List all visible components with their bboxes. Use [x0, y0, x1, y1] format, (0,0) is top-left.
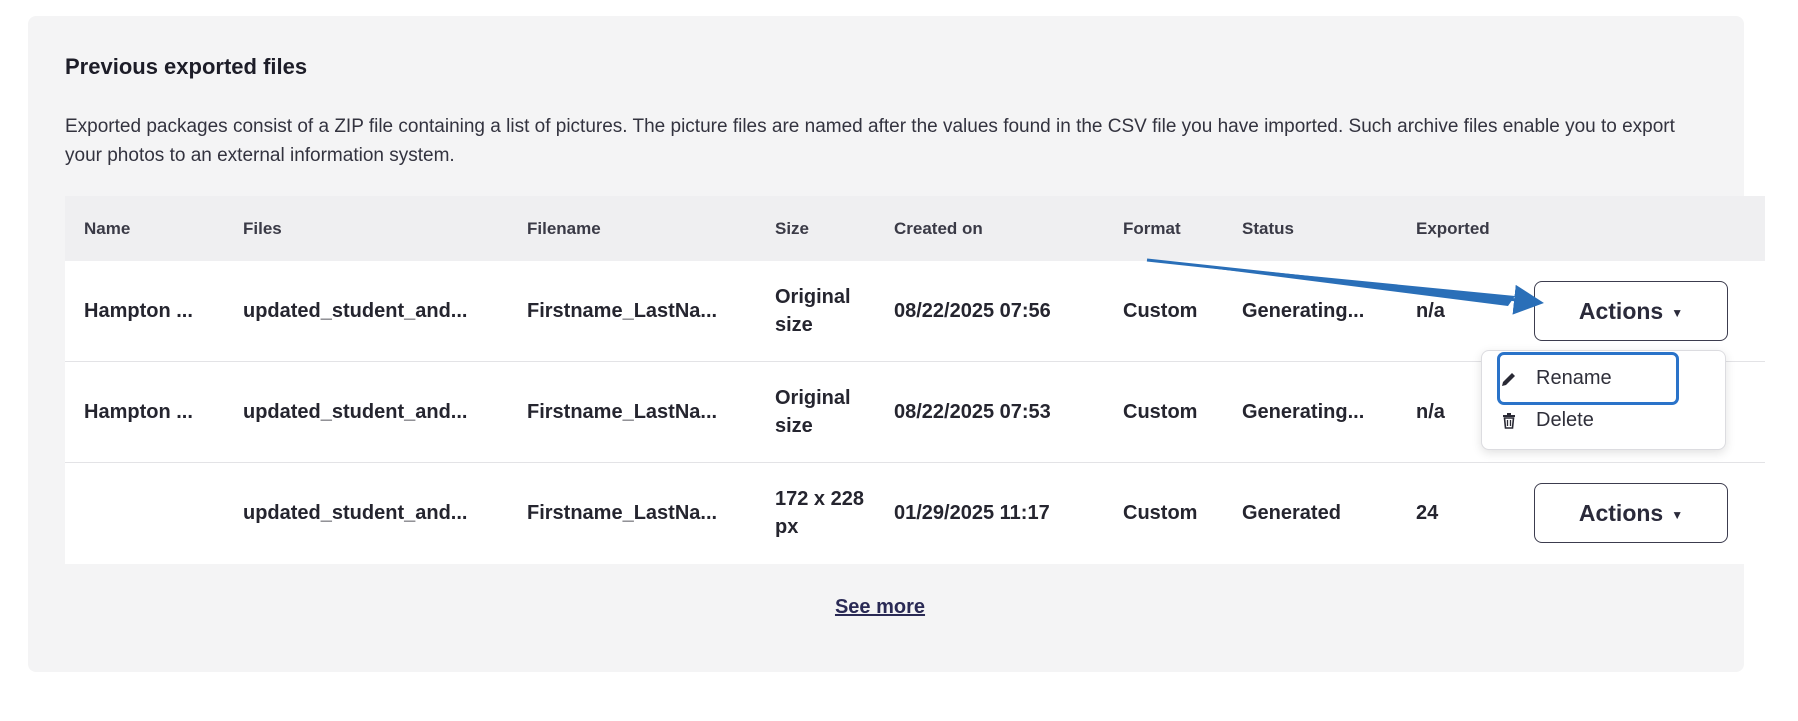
header-name[interactable]: Name	[84, 196, 130, 261]
cell-filename: Firstname_LastNa...	[527, 299, 718, 322]
header-status[interactable]: Status	[1242, 196, 1294, 261]
cell-status: Generating...	[1242, 400, 1365, 423]
cell-created-on: 01/29/2025 11:17	[894, 501, 1050, 524]
cell-size: Original size	[775, 387, 851, 437]
menu-item-delete[interactable]: Delete	[1500, 409, 1594, 432]
header-filename[interactable]: Filename	[527, 196, 601, 261]
cell-status: Generating...	[1242, 299, 1365, 322]
caret-down-icon: ▼	[1671, 305, 1684, 320]
cell-exported: n/a	[1416, 299, 1445, 322]
table-row: updated_student_and... Firstname_LastNa.…	[65, 463, 1765, 564]
cell-filename: Firstname_LastNa...	[527, 400, 718, 423]
cell-format: Custom	[1123, 299, 1198, 322]
cell-files: updated_student_and...	[243, 299, 468, 322]
menu-item-rename[interactable]: Rename	[1500, 367, 1612, 390]
cell-name: Hampton ...	[84, 400, 193, 423]
cell-exported: 24	[1416, 501, 1439, 524]
table-row: Hampton ... updated_student_and... First…	[65, 261, 1765, 362]
actions-button-label: Actions	[1578, 297, 1664, 324]
header-format[interactable]: Format	[1123, 196, 1181, 261]
see-more-link[interactable]: See more	[0, 596, 1760, 619]
menu-item-label: Delete	[1536, 409, 1594, 431]
header-exported[interactable]: Exported	[1416, 196, 1490, 261]
header-created-on[interactable]: Created on	[894, 196, 983, 261]
cell-exported: n/a	[1416, 400, 1445, 423]
section-title: Previous exported files	[65, 54, 308, 79]
actions-button[interactable]: Actions ▼	[1534, 483, 1728, 543]
cell-created-on: 08/22/2025 07:56	[894, 299, 1051, 322]
section-description: Exported packages consist of a ZIP file …	[65, 116, 1675, 166]
header-size[interactable]: Size	[775, 196, 809, 261]
cell-status: Generated	[1242, 501, 1341, 524]
actions-button-label: Actions	[1578, 499, 1664, 526]
pencil-icon	[1500, 370, 1522, 388]
cell-format: Custom	[1123, 501, 1198, 524]
cell-files: updated_student_and...	[243, 501, 468, 524]
cell-size: 172 x 228 px	[775, 488, 864, 538]
actions-button[interactable]: Actions ▼	[1534, 281, 1728, 341]
cell-filename: Firstname_LastNa...	[527, 501, 718, 524]
menu-item-label: Rename	[1536, 367, 1612, 389]
header-files[interactable]: Files	[243, 196, 282, 261]
cell-size: Original size	[775, 286, 851, 336]
trash-icon	[1500, 412, 1522, 430]
table-header: Name Files Filename Size Created on Form…	[65, 196, 1765, 261]
actions-dropdown-menu: Rename Delete	[1481, 350, 1726, 450]
cell-format: Custom	[1123, 400, 1198, 423]
caret-down-icon: ▼	[1671, 507, 1684, 522]
cell-created-on: 08/22/2025 07:53	[894, 400, 1051, 423]
cell-files: updated_student_and...	[243, 400, 468, 423]
cell-name: Hampton ...	[84, 299, 193, 322]
